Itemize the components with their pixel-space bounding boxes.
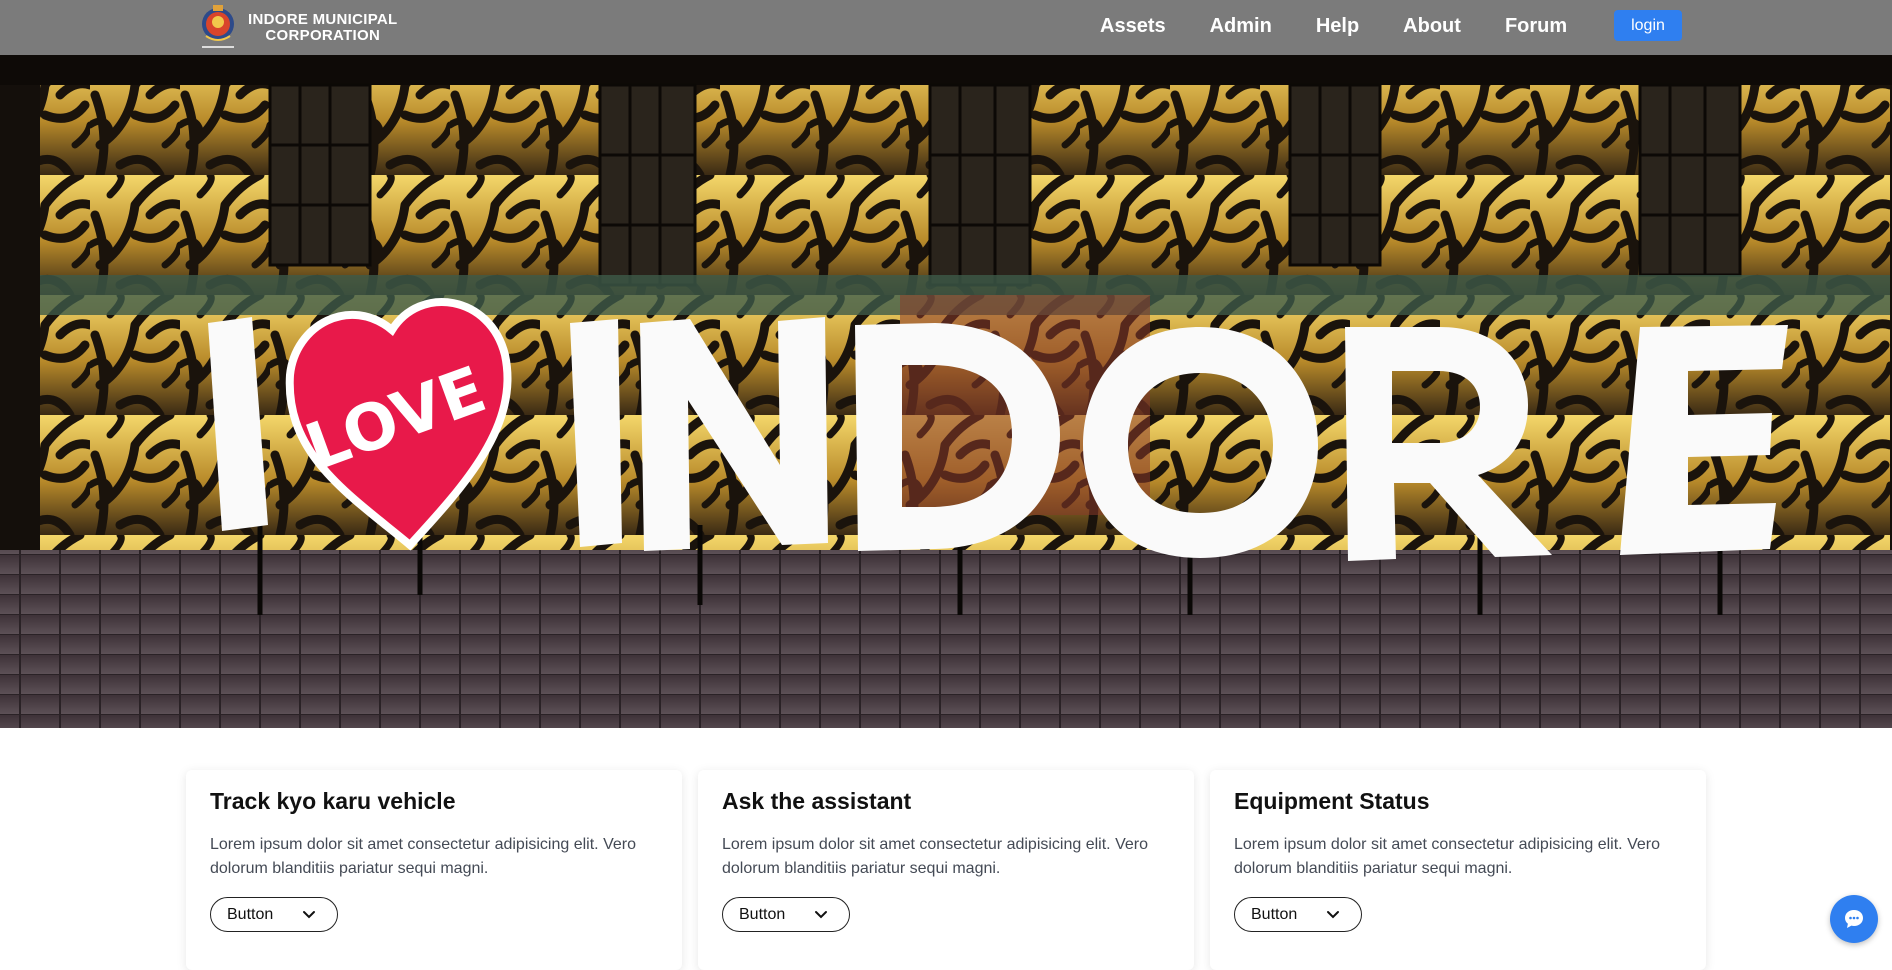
brand-name: INDORE MUNICIPAL CORPORATION: [248, 10, 398, 44]
nav-link-assets[interactable]: Assets: [1100, 15, 1166, 38]
brand[interactable]: INDORE MUNICIPAL CORPORATION: [192, 0, 398, 55]
card-dropdown-button[interactable]: Button: [1234, 897, 1362, 932]
card-description: Lorem ipsum dolor sit amet consectetur a…: [722, 836, 1148, 877]
card-dropdown-button[interactable]: Button: [722, 897, 850, 932]
municipal-emblem-icon: [192, 2, 244, 54]
brand-name-line2: CORPORATION: [265, 26, 381, 44]
brand-name-line1: INDORE MUNICIPAL: [248, 10, 398, 28]
login-button[interactable]: login: [1614, 10, 1682, 41]
chevron-down-icon: [815, 911, 827, 919]
card-track-vehicle: Track kyo karu vehicle Lorem ipsum dolor…: [186, 770, 682, 970]
card-button-label: Button: [1251, 905, 1298, 923]
chat-button[interactable]: [1830, 895, 1878, 943]
nav-link-forum[interactable]: Forum: [1505, 15, 1567, 38]
card-description: Lorem ipsum dolor sit amet consectetur a…: [210, 836, 636, 877]
card-button-label: Button: [227, 905, 274, 923]
chevron-down-icon: [1327, 911, 1339, 919]
card-ask-assistant: Ask the assistant Lorem ipsum dolor sit …: [698, 770, 1194, 970]
navbar: INDORE MUNICIPAL CORPORATION Assets Admi…: [0, 0, 1892, 55]
nav-link-help[interactable]: Help: [1316, 15, 1359, 38]
chevron-down-icon: [303, 911, 315, 919]
card-equipment-status: Equipment Status Lorem ipsum dolor sit a…: [1210, 770, 1706, 970]
nav-links: Assets Admin Help About Forum: [1100, 0, 1611, 52]
card-description: Lorem ipsum dolor sit amet consectetur a…: [1234, 836, 1660, 877]
chat-bubble-icon: [1845, 910, 1863, 928]
card-title: Track kyo karu vehicle: [210, 788, 456, 814]
card-button-label: Button: [739, 905, 786, 923]
nav-link-admin[interactable]: Admin: [1210, 15, 1272, 38]
nav-link-about[interactable]: About: [1403, 15, 1461, 38]
hero-image: LOVE: [0, 55, 1892, 728]
card-title: Ask the assistant: [722, 788, 912, 814]
card-title: Equipment Status: [1234, 788, 1430, 814]
card-dropdown-button[interactable]: Button: [210, 897, 338, 932]
hero-sign-illustration: LOVE: [0, 55, 1892, 728]
